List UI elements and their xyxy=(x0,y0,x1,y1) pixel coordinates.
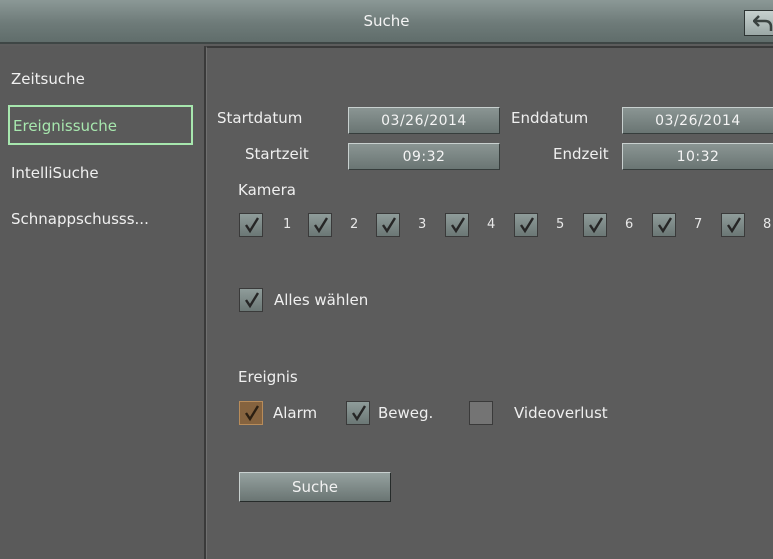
back-arrow-icon xyxy=(753,15,773,31)
motion-checkbox[interactable] xyxy=(346,401,370,425)
camera-3-label: 3 xyxy=(418,217,427,232)
camera-8-checkbox[interactable] xyxy=(721,213,745,237)
camera-4-label: 4 xyxy=(487,217,496,232)
start-time-label: Startzeit xyxy=(245,145,309,163)
motion-label: Beweg. xyxy=(378,404,434,422)
checkmark-icon xyxy=(245,217,260,234)
checkmark-icon xyxy=(314,217,329,234)
camera-6-label: 6 xyxy=(625,217,634,232)
sidebar-item-ereignissuche[interactable]: Ereignissuche xyxy=(8,105,193,145)
end-date-label: Enddatum xyxy=(511,109,589,127)
camera-3-checkbox[interactable] xyxy=(376,213,400,237)
camera-7-label: 7 xyxy=(694,217,703,232)
camera-7-checkbox[interactable] xyxy=(652,213,676,237)
end-date-field[interactable]: 03/26/2014 xyxy=(622,107,773,134)
camera-1-checkbox[interactable] xyxy=(239,213,263,237)
end-time-label: Endzeit xyxy=(553,145,609,163)
sidebar-item-intellisuche[interactable]: IntelliSuche xyxy=(8,154,192,194)
camera-2-checkbox[interactable] xyxy=(308,213,332,237)
camera-4-checkbox[interactable] xyxy=(445,213,469,237)
camera-5-label: 5 xyxy=(556,217,565,232)
select-all-checkbox[interactable] xyxy=(239,288,263,312)
camera-1-label: 1 xyxy=(283,217,292,232)
video-loss-label: Videoverlust xyxy=(514,404,608,422)
start-time-field[interactable]: 09:32 xyxy=(348,143,500,170)
checkmark-icon xyxy=(245,292,260,309)
checkmark-icon xyxy=(245,405,260,422)
main-panel: Startdatum 03/26/2014 Enddatum 03/26/201… xyxy=(206,46,773,559)
camera-label: Kamera xyxy=(238,181,296,199)
sidebar-item-zeitsuche[interactable]: Zeitsuche xyxy=(8,60,192,100)
alarm-checkbox[interactable] xyxy=(239,401,263,425)
start-date-field[interactable]: 03/26/2014 xyxy=(348,107,500,134)
title-bar: Suche xyxy=(0,0,773,44)
camera-5-checkbox[interactable] xyxy=(514,213,538,237)
checkmark-icon xyxy=(451,217,466,234)
checkmark-icon xyxy=(520,217,535,234)
alarm-label: Alarm xyxy=(273,404,318,422)
end-time-field[interactable]: 10:32 xyxy=(622,143,773,170)
search-button[interactable]: Suche xyxy=(239,472,391,502)
start-date-label: Startdatum xyxy=(217,109,303,127)
select-all-label: Alles wählen xyxy=(274,291,369,309)
camera-8-label: 8 xyxy=(763,217,772,232)
camera-6-checkbox[interactable] xyxy=(583,213,607,237)
checkmark-icon xyxy=(658,217,673,234)
sidebar: Zeitsuche Ereignissuche IntelliSuche Sch… xyxy=(0,46,206,559)
back-button[interactable] xyxy=(744,10,773,36)
checkmark-icon xyxy=(382,217,397,234)
page-title: Suche xyxy=(363,12,410,30)
camera-2-label: 2 xyxy=(350,217,359,232)
video-loss-checkbox[interactable] xyxy=(469,401,493,425)
sidebar-item-schnappschuss[interactable]: Schnappschusss... xyxy=(8,200,192,240)
checkmark-icon xyxy=(589,217,604,234)
event-label: Ereignis xyxy=(238,368,298,386)
checkmark-icon xyxy=(727,217,742,234)
checkmark-icon xyxy=(352,405,367,422)
